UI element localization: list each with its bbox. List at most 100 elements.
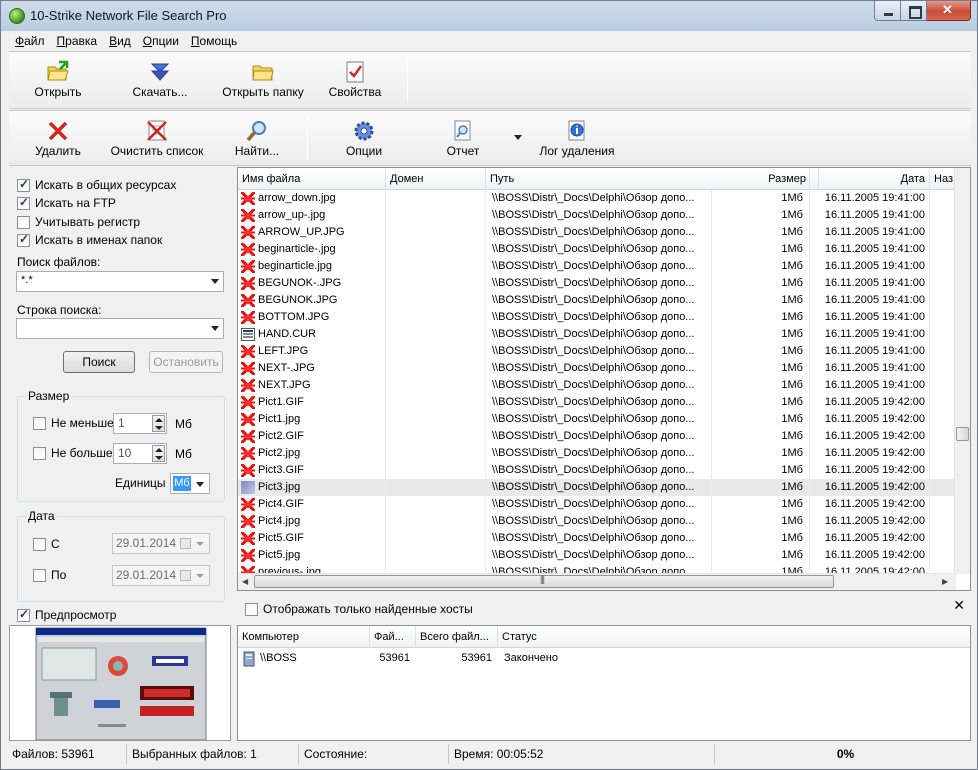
search-shares-checkbox[interactable]: Искать в общих ресурсах	[17, 177, 176, 193]
search-folders-checkbox[interactable]: Искать в именах папок	[17, 232, 162, 248]
date-to-checkbox[interactable]: По	[33, 567, 66, 583]
date-from-picker[interactable]: 29.01.2014	[112, 533, 210, 554]
maximize-button[interactable]	[901, 1, 927, 21]
host-column-status[interactable]: Статус	[498, 626, 970, 648]
scroll-right-icon[interactable]: ▶	[942, 577, 948, 586]
spinner-arrows-icon[interactable]	[152, 445, 165, 462]
search-ftp-checkbox[interactable]: Искать на FTP	[17, 195, 116, 211]
table-row[interactable]: NEXT.JPG \\BOSS\Distr\_Docs\Delphi\Обзор …	[238, 377, 956, 394]
checkbox-box	[17, 607, 30, 622]
minimize-button[interactable]	[874, 1, 901, 21]
report-dropdown-button[interactable]	[509, 111, 527, 165]
column-header-domain[interactable]: Домен	[386, 168, 486, 190]
table-row[interactable]: LEFT.JPG \\BOSS\Distr\_Docs\Delphi\Обзор …	[238, 343, 956, 360]
vertical-scroll-thumb[interactable]	[956, 427, 969, 441]
table-row[interactable]: Pict2.jpg \\BOSS\Distr\_Docs\Delphi\Обзор…	[238, 445, 956, 462]
file-date-cell: 16.11.2005 19:41:00	[810, 190, 930, 207]
table-row[interactable]: Pict2.GIF \\BOSS\Distr\_Docs\Delphi\Обзор…	[238, 428, 956, 445]
horizontal-scroll-thumb[interactable]	[254, 574, 834, 588]
menu-file-mnemonic: Ф	[15, 34, 25, 48]
table-row[interactable]: beginarticle.jpg \\BOSS\Distr\_Docs\Delph…	[238, 258, 956, 275]
table-row[interactable]: Pict1.jpg \\BOSS\Distr\_Docs\Delphi\Обзор…	[238, 411, 956, 428]
search-string-combo[interactable]	[16, 318, 224, 339]
close-hosts-panel-icon[interactable]: ✕	[953, 597, 965, 614]
horizontal-scrollbar[interactable]: ◀ ▶	[238, 573, 956, 590]
table-row[interactable]: NEXT-.JPG \\BOSS\Distr\_Docs\Delphi\Обзор…	[238, 360, 956, 377]
not-more-checkbox[interactable]: Не больше	[33, 445, 113, 461]
column-header-date[interactable]: Дата	[810, 168, 930, 190]
menu-file[interactable]: Файл	[9, 32, 51, 50]
table-row[interactable]: arrow_down.jpg \\BOSS\Distr\_Docs\Delphi\…	[238, 190, 956, 207]
find-button[interactable]: Найти...	[225, 111, 289, 165]
table-row[interactable]: ARROW_UP.JPG \\BOSS\Distr\_Docs\Delphi\Об…	[238, 224, 956, 241]
file-name-cell: Pict3.GIF	[238, 462, 386, 479]
table-row[interactable]: BEGUNOK-.JPG \\BOSS\Distr\_Docs\Delphi\Об…	[238, 275, 956, 292]
search-button[interactable]: Поиск	[63, 351, 135, 373]
table-row[interactable]: Pict4.jpg \\BOSS\Distr\_Docs\Delphi\Обзор…	[238, 513, 956, 530]
vertical-scrollbar[interactable]	[954, 168, 970, 574]
close-button[interactable]	[927, 1, 971, 21]
host-column-total[interactable]: Всего файл...	[416, 626, 498, 648]
file-path-cell: \\BOSS\Distr\_Docs\Delphi\Обзор допо...	[486, 190, 712, 207]
open-folder-button[interactable]: Открыть папку	[215, 52, 311, 106]
match-case-checkbox[interactable]: Учитывать регистр	[17, 214, 140, 230]
min-size-spinner[interactable]: 1	[113, 413, 167, 434]
table-row[interactable]: beginarticle-.jpg \\BOSS\Distr\_Docs\Delp…	[238, 241, 956, 258]
title-bar[interactable]: 10-Strike Network File Search Pro	[1, 1, 977, 31]
min-size-value: 1	[118, 416, 125, 430]
properties-button[interactable]: Свойства	[321, 52, 389, 106]
spinner-arrows-icon[interactable]	[152, 415, 165, 432]
max-size-spinner[interactable]: 10	[113, 443, 167, 464]
date-to-picker[interactable]: 29.01.2014	[112, 565, 210, 586]
table-row[interactable]: Pict3.jpg \\BOSS\Distr\_Docs\Delphi\Обзор…	[238, 479, 956, 496]
table-row[interactable]: HAND.CUR \\BOSS\Distr\_Docs\Delphi\Обзор …	[238, 326, 956, 343]
scroll-left-icon[interactable]: ◀	[242, 577, 248, 586]
table-row[interactable]: Pict3.GIF \\BOSS\Distr\_Docs\Delphi\Обзор…	[238, 462, 956, 479]
match-case-label: Учитывать регистр	[35, 215, 141, 229]
delete-button[interactable]: Удалить	[21, 111, 95, 165]
file-name-cell: Pict4.jpg	[238, 513, 386, 530]
file-path-cell: \\BOSS\Distr\_Docs\Delphi\Обзор допо...	[486, 309, 712, 326]
column-header-size[interactable]: Размер	[738, 168, 810, 190]
options-button[interactable]: Опции	[333, 111, 395, 165]
menu-help-label: омощь	[199, 34, 238, 48]
clear-list-button[interactable]: Очистить список	[109, 111, 205, 165]
file-size-cell: 1Мб	[712, 428, 810, 445]
table-row[interactable]: Pict5.jpg \\BOSS\Distr\_Docs\Delphi\Обзор…	[238, 547, 956, 564]
column-header-more[interactable]: Наз	[930, 168, 956, 190]
units-select[interactable]: Мб	[170, 473, 210, 494]
report-button[interactable]: Отчет	[435, 111, 491, 165]
delete-log-button[interactable]: Лог удаления	[535, 111, 619, 165]
only-found-hosts-checkbox[interactable]: Отображать только найденные хосты	[245, 601, 473, 617]
menu-options[interactable]: Опции	[137, 32, 185, 50]
table-row[interactable]: arrow_up-.jpg \\BOSS\Distr\_Docs\Delphi\О…	[238, 207, 956, 224]
not-less-checkbox[interactable]: Не меньше	[33, 415, 114, 431]
image-file-icon	[241, 345, 255, 358]
column-header-name[interactable]: Имя файла	[238, 168, 386, 190]
table-row[interactable]: BOTTOM.JPG \\BOSS\Distr\_Docs\Delphi\Обзо…	[238, 309, 956, 326]
file-size-cell: 1Мб	[712, 207, 810, 224]
file-name: ARROW_UP.JPG	[258, 226, 345, 238]
download-button[interactable]: Скачать...	[119, 52, 201, 106]
menu-view[interactable]: Вид	[103, 32, 137, 50]
stop-button[interactable]: Остановить	[149, 351, 223, 373]
file-domain-cell	[386, 428, 486, 445]
menu-help[interactable]: Помощь	[185, 32, 243, 50]
table-row[interactable]: BEGUNOK.JPG \\BOSS\Distr\_Docs\Delphi\Обз…	[238, 292, 956, 309]
table-row[interactable]: Pict5.GIF \\BOSS\Distr\_Docs\Delphi\Обзор…	[238, 530, 956, 547]
menu-edit[interactable]: Правка	[51, 32, 104, 50]
file-name-cell: Pict5.GIF	[238, 530, 386, 547]
open-button[interactable]: Открыть	[17, 52, 99, 106]
host-column-computer[interactable]: Компьютер	[238, 626, 370, 648]
file-mask-combo[interactable]: *.*	[16, 271, 224, 292]
host-column-files[interactable]: Фай...	[370, 626, 416, 648]
menu-help-mnemonic: П	[190, 34, 200, 48]
table-row[interactable]: Pict4.GIF \\BOSS\Distr\_Docs\Delphi\Обзор…	[238, 496, 956, 513]
file-list-header: Имя файла Домен Путь Размер Дата Наз	[238, 168, 956, 190]
file-name: NEXT.JPG	[258, 379, 311, 391]
date-from-checkbox[interactable]: С	[33, 536, 60, 552]
date-to-value: 29.01.2014	[116, 568, 177, 582]
host-row[interactable]: \\BOSS 53961 53961 Закончено	[238, 650, 970, 668]
preview-checkbox[interactable]: Предпросмотр	[17, 607, 116, 623]
table-row[interactable]: Pict1.GIF \\BOSS\Distr\_Docs\Delphi\Обзор…	[238, 394, 956, 411]
